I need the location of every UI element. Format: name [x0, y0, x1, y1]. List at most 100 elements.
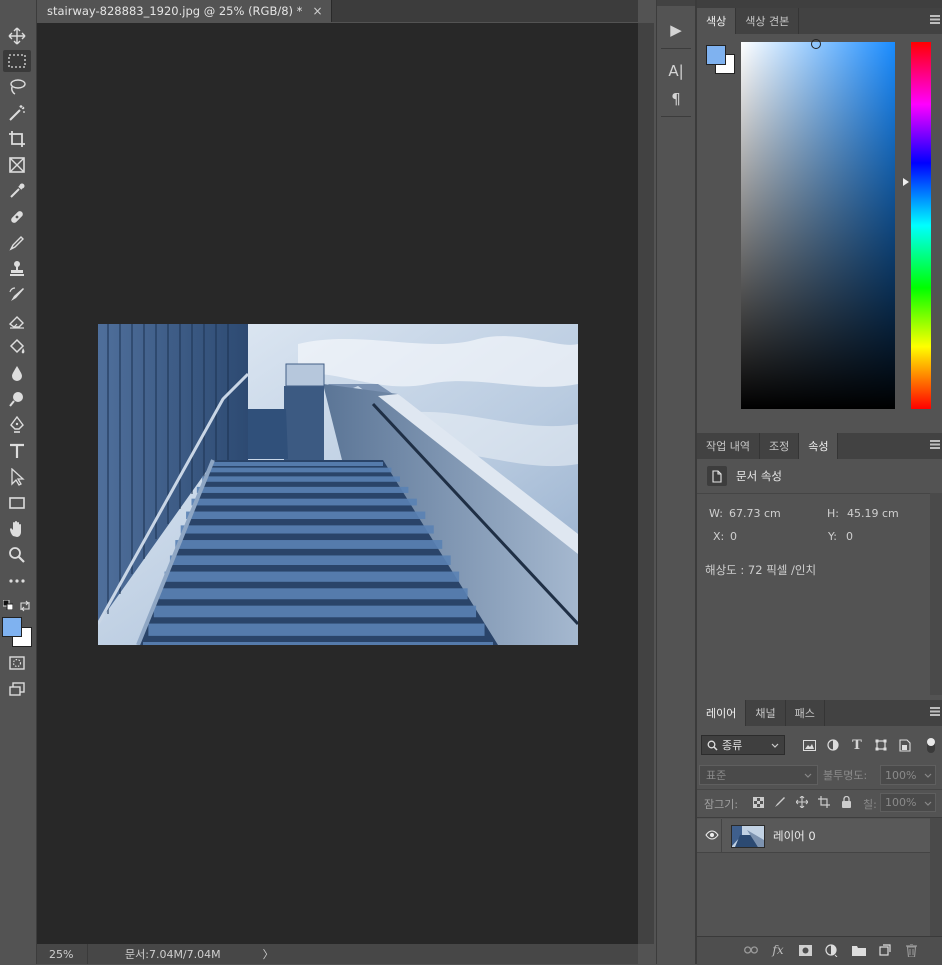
close-tab-icon[interactable]: × [312, 4, 322, 18]
tab-channels[interactable]: 채널 [746, 700, 786, 726]
tab-adjustments[interactable]: 조정 [760, 433, 800, 459]
properties-section-title: 문서 속성 [736, 469, 782, 483]
fill-field[interactable]: 100% [880, 793, 936, 812]
crop-tool-icon[interactable] [3, 128, 31, 150]
lock-position-icon[interactable] [795, 795, 809, 809]
y-value[interactable]: 0 [846, 530, 853, 543]
status-menu-arrow[interactable]: 〉 [263, 946, 274, 962]
quick-mask-icon[interactable] [3, 652, 31, 674]
panel-dock-header[interactable] [697, 0, 942, 8]
link-layers-icon[interactable] [743, 943, 759, 957]
more-tools-icon[interactable] [3, 570, 31, 592]
character-panel-icon[interactable]: A| [662, 60, 690, 82]
clone-stamp-tool-icon[interactable] [3, 258, 31, 280]
chevron-down-icon [771, 743, 779, 748]
height-label: H: [827, 507, 839, 520]
height-value[interactable]: 45.19 cm [847, 507, 899, 520]
width-value[interactable]: 67.73 cm [729, 507, 781, 520]
blur-tool-icon[interactable] [3, 362, 31, 384]
document-image[interactable] [98, 324, 578, 645]
layers-footer: fx [697, 936, 942, 965]
color-panel-fg-swatch[interactable] [706, 45, 726, 65]
canvas-area[interactable] [37, 23, 638, 944]
path-selection-tool-icon[interactable] [3, 466, 31, 488]
layers-panel: 레이어 채널 패스 종류 T 표준 불투명도: 100% 잠그기: 칠: 100… [697, 700, 942, 965]
eye-icon[interactable] [705, 830, 719, 843]
healing-brush-tool-icon[interactable] [3, 206, 31, 228]
dodge-tool-icon[interactable] [3, 388, 31, 410]
zoom-level[interactable]: 25% [49, 948, 97, 961]
hue-slider-handle-icon[interactable] [903, 178, 909, 186]
blend-mode-select[interactable]: 표준 [699, 765, 818, 785]
x-label: X: [713, 530, 725, 543]
hand-tool-icon[interactable] [3, 518, 31, 540]
eraser-tool-icon[interactable] [3, 310, 31, 332]
screen-mode-icon[interactable] [3, 678, 31, 700]
rectangle-tool-icon[interactable] [3, 492, 31, 514]
marquee-tool-icon[interactable] [3, 50, 31, 72]
filter-shape-icon[interactable] [873, 737, 889, 753]
layers-panel-tabs: 레이어 채널 패스 [697, 700, 942, 726]
properties-scrollbar[interactable] [930, 493, 942, 695]
layer-filter-select[interactable]: 종류 [701, 735, 785, 755]
filter-toggle[interactable] [927, 738, 935, 753]
delete-layer-trash-icon[interactable] [903, 942, 919, 958]
hue-slider[interactable] [911, 42, 931, 409]
lock-transparent-icon[interactable] [751, 795, 765, 809]
frame-tool-icon[interactable] [3, 154, 31, 176]
add-mask-icon[interactable] [797, 943, 813, 957]
tab-swatches[interactable]: 색상 견본 [736, 8, 800, 34]
paint-bucket-tool-icon[interactable] [3, 336, 31, 358]
filter-pixel-icon[interactable] [801, 737, 817, 753]
layer-thumbnail[interactable] [731, 825, 765, 848]
new-layer-icon[interactable] [877, 942, 893, 958]
vertical-scrollbar[interactable] [638, 23, 654, 944]
pen-tool-icon[interactable] [3, 414, 31, 436]
swap-colors-icon[interactable] [19, 600, 31, 612]
history-brush-tool-icon[interactable] [3, 284, 31, 306]
filter-adjustment-icon[interactable] [825, 737, 841, 753]
filter-smart-object-icon[interactable] [897, 737, 913, 753]
layers-scrollbar[interactable] [930, 818, 942, 936]
tab-color[interactable]: 색상 [697, 8, 737, 34]
lasso-tool-icon[interactable] [3, 76, 31, 98]
lock-artboard-icon[interactable] [817, 795, 831, 809]
type-tool-icon[interactable] [3, 440, 31, 462]
properties-panel-menu-icon[interactable] [930, 440, 940, 449]
actions-play-icon[interactable]: ▶ [662, 18, 690, 42]
x-value[interactable]: 0 [730, 530, 737, 543]
move-tool-icon[interactable] [3, 25, 31, 47]
layer-name[interactable]: 레이어 0 [773, 828, 816, 844]
layers-panel-menu-icon[interactable] [930, 707, 940, 716]
blend-mode-value: 표준 [706, 769, 727, 782]
resolution-text: 해상도 : 72 픽셀 /인치 [705, 563, 817, 577]
color-panel-menu-icon[interactable] [930, 15, 940, 24]
tab-layers[interactable]: 레이어 [697, 700, 747, 726]
eyedropper-tool-icon[interactable] [3, 180, 31, 202]
dock-header[interactable] [657, 0, 695, 6]
chevron-down-icon [924, 773, 932, 778]
opacity-field[interactable]: 100% [880, 765, 936, 785]
collapsed-panel-dock: ▶ A| ¶ [656, 0, 696, 964]
lock-pixels-icon[interactable] [773, 795, 787, 809]
tools-panel [0, 0, 37, 964]
brush-tool-icon[interactable] [3, 232, 31, 254]
foreground-color-swatch[interactable] [2, 617, 22, 637]
filter-type-icon[interactable]: T [849, 737, 865, 753]
saturation-brightness-field[interactable] [741, 39, 895, 409]
color-picker-ring-icon[interactable] [811, 39, 821, 49]
new-adjustment-layer-icon[interactable] [823, 942, 839, 958]
magic-wand-tool-icon[interactable] [3, 102, 31, 124]
tab-history[interactable]: 작업 내역 [697, 433, 760, 459]
lock-all-icon[interactable] [839, 795, 853, 809]
document-tab[interactable]: stairway-828883_1920.jpg @ 25% (RGB/8) *… [37, 0, 332, 22]
new-group-folder-icon[interactable] [851, 942, 867, 958]
default-colors-icon[interactable] [2, 599, 14, 611]
paragraph-panel-icon[interactable]: ¶ [662, 88, 690, 110]
layer-style-fx-icon[interactable]: fx [769, 942, 787, 958]
tab-properties[interactable]: 속성 [799, 433, 839, 459]
opacity-label: 불투명도: [823, 769, 868, 782]
tab-paths[interactable]: 패스 [786, 700, 825, 726]
zoom-tool-icon[interactable] [3, 544, 31, 566]
layer-row[interactable]: 레이어 0 [697, 819, 930, 853]
